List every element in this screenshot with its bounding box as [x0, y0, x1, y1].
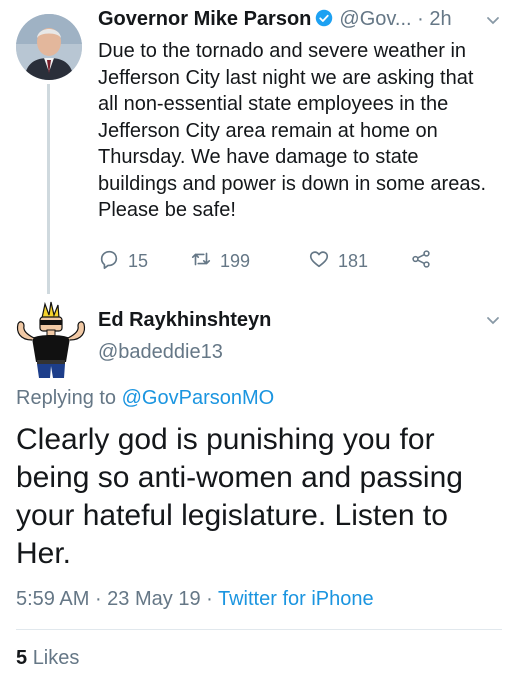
share-icon [410, 248, 440, 275]
parent-tweet-actions: 15 199 181 [98, 248, 458, 276]
retweet-icon [190, 248, 220, 275]
parent-time[interactable]: 2h [429, 8, 451, 30]
reply-icon [98, 248, 128, 275]
likes-summary[interactable]: 5 Likes [16, 647, 79, 670]
retweet-button[interactable]: 199 [190, 248, 250, 275]
replying-mention-link[interactable]: @GovParsonMO [122, 387, 275, 409]
thread-connector-line [47, 84, 50, 294]
parent-tweet-header: Governor Mike Parson @Gov... · 2h [98, 8, 452, 30]
reply-date: 23 May 19 [107, 588, 201, 610]
parent-display-name[interactable]: Governor Mike Parson [98, 8, 311, 30]
likes-count: 5 [16, 647, 28, 669]
replying-to-line: Replying to @GovParsonMO [16, 387, 274, 410]
reply-time: 5:59 AM [16, 588, 90, 610]
parent-handle[interactable]: @Gov... [339, 8, 411, 30]
chevron-down-icon[interactable] [484, 12, 502, 30]
like-icon [308, 248, 338, 275]
like-button[interactable]: 181 [308, 248, 368, 275]
avatar-johnny-bravo[interactable] [10, 300, 90, 380]
reply-tweet-meta: 5:59 AM · 23 May 19 · Twitter for iPhone [16, 588, 374, 610]
likes-label: Likes [32, 647, 80, 669]
avatar-governor[interactable] [16, 14, 82, 80]
retweet-count: 199 [220, 251, 251, 271]
parent-tweet-text: Due to the tornado and severe weather in… [98, 40, 486, 221]
reply-handle[interactable]: @badeddie13 [98, 341, 223, 364]
divider [16, 629, 502, 630]
verified-icon [315, 9, 333, 27]
reply-count: 15 [128, 251, 149, 271]
share-button[interactable] [410, 248, 440, 275]
reply-source-link[interactable]: Twitter for iPhone [218, 588, 374, 610]
reply-display-name[interactable]: Ed Raykhinshteyn [98, 309, 271, 332]
like-count: 181 [338, 251, 369, 271]
replying-prefix: Replying to [16, 387, 117, 409]
reply-tweet-text: Clearly god is punishing you for being s… [16, 423, 463, 570]
reply-button[interactable]: 15 [98, 248, 148, 275]
chevron-down-icon[interactable] [484, 312, 502, 330]
